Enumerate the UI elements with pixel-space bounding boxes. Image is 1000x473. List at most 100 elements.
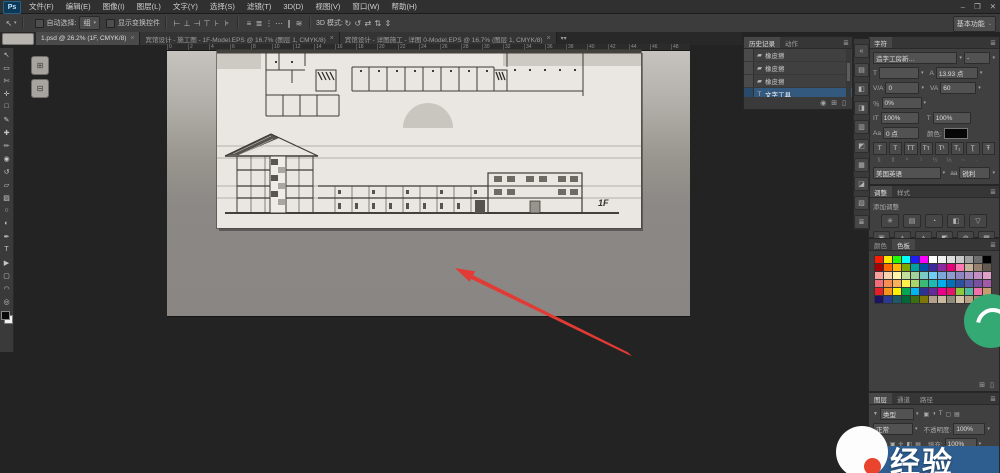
tool-button[interactable]: T <box>0 243 13 256</box>
auto-select-checkbox[interactable] <box>35 19 44 28</box>
mode3d-button-icon[interactable]: ↺ <box>353 19 363 28</box>
color-swatch[interactable] <box>893 264 902 272</box>
tool-button[interactable]: □ <box>0 100 13 113</box>
dock-panel-icon[interactable]: ▦ <box>854 158 869 172</box>
color-swatch[interactable] <box>920 296 929 304</box>
dock-panel-icon[interactable]: ▤ <box>854 63 869 77</box>
tool-button[interactable]: ▶ <box>0 256 13 269</box>
opentype-button-icon[interactable]: ½ <box>929 158 941 164</box>
color-swatch[interactable] <box>947 272 956 280</box>
panel-menu-icon[interactable]: ≣ <box>987 239 999 250</box>
mode3d-button-icon[interactable]: ⇄ <box>363 19 373 28</box>
font-style-select[interactable]: - <box>964 52 991 64</box>
dock-panel-icon[interactable]: « <box>854 44 869 58</box>
history-row[interactable]: ▰ 橡皮擦 <box>744 49 852 62</box>
history-row[interactable]: ▰ 橡皮擦 <box>744 62 852 75</box>
align-button-icon[interactable]: ⊣ <box>192 19 202 28</box>
proportional-spacing-input[interactable]: 0% <box>882 97 922 109</box>
history-source-gutter[interactable] <box>744 49 754 61</box>
foreground-color-swatch[interactable] <box>1 311 10 320</box>
antialias-select[interactable]: 锐利 <box>959 167 990 179</box>
auto-select-dropdown[interactable]: 组▾ <box>79 16 100 30</box>
dock-panel-icon[interactable]: ◨ <box>854 101 869 115</box>
type-style-button[interactable]: T <box>889 142 903 155</box>
text-color-swatch[interactable] <box>944 128 968 139</box>
vertical-scale-input[interactable]: 100% <box>881 112 919 124</box>
color-swatch[interactable] <box>902 296 911 304</box>
menu-item[interactable]: 图层(L) <box>131 0 167 13</box>
align-button-icon[interactable]: ⊢ <box>172 19 182 28</box>
align-button-icon[interactable]: ⊦ <box>212 19 222 28</box>
color-swatch[interactable] <box>956 264 965 272</box>
align-button-icon[interactable]: ⊧ <box>222 19 232 28</box>
tab-styles[interactable]: 样式 <box>892 186 915 197</box>
tool-button[interactable]: ✚ <box>0 126 13 139</box>
color-swatch[interactable] <box>938 288 947 296</box>
menu-item[interactable]: 文件(F) <box>23 0 60 13</box>
color-swatch[interactable] <box>983 256 992 264</box>
mode3d-button-icon[interactable]: ⇅ <box>373 19 383 28</box>
color-swatch[interactable] <box>875 280 884 288</box>
color-swatch[interactable] <box>902 264 911 272</box>
color-swatch[interactable] <box>920 256 929 264</box>
color-swatch[interactable] <box>929 280 938 288</box>
tool-button[interactable]: ◉ <box>0 152 13 165</box>
dock-panel-icon[interactable]: ▧ <box>854 196 869 210</box>
menu-item[interactable]: 帮助(H) <box>386 0 423 13</box>
panel-menu-icon[interactable]: ≣ <box>987 393 999 404</box>
align-button-icon[interactable]: ⊥ <box>182 19 192 28</box>
align-button-icon[interactable]: ⊤ <box>202 19 212 28</box>
dock-panel-icon[interactable]: ◪ <box>854 177 869 191</box>
color-swatch[interactable] <box>947 264 956 272</box>
color-swatch[interactable] <box>956 256 965 264</box>
color-swatch[interactable] <box>911 264 920 272</box>
tab-history[interactable]: 历史记录 <box>744 37 780 48</box>
color-swatch[interactable] <box>893 272 902 280</box>
tool-button[interactable]: ◐ <box>0 217 13 230</box>
color-swatch[interactable] <box>956 272 965 280</box>
color-swatch[interactable] <box>920 272 929 280</box>
color-swatch[interactable] <box>884 296 893 304</box>
workspace-switcher[interactable]: 基本功能⌄ <box>953 16 996 32</box>
color-swatch[interactable] <box>929 264 938 272</box>
adjustment-button-icon[interactable]: ◧ <box>947 214 965 228</box>
tracking-input[interactable]: 60 <box>940 82 976 94</box>
color-swatch[interactable] <box>875 256 884 264</box>
opentype-button-icon[interactable]: ª <box>901 158 913 164</box>
layer-filter-button-icon[interactable]: ◑ <box>932 411 936 418</box>
color-swatch[interactable] <box>911 272 920 280</box>
tool-button[interactable]: ↺ <box>0 165 13 178</box>
tab-swatches[interactable]: 色板 <box>892 239 915 250</box>
color-swatch[interactable] <box>920 264 929 272</box>
opacity-input[interactable]: 100% <box>953 423 985 435</box>
color-swatch[interactable] <box>920 288 929 296</box>
tab-adjustments[interactable]: 调整 <box>869 186 892 197</box>
tab-close-icon[interactable]: × <box>330 35 334 42</box>
tool-button[interactable]: ▨ <box>0 191 13 204</box>
color-swatch[interactable] <box>911 296 920 304</box>
color-swatch[interactable] <box>938 280 947 288</box>
color-swatch[interactable] <box>920 280 929 288</box>
floating-tool-button[interactable]: ⊞ <box>31 56 49 75</box>
panel-menu-icon[interactable]: ≣ <box>987 186 999 197</box>
type-style-button[interactable]: T¹ <box>935 142 949 155</box>
color-swatch[interactable] <box>974 264 983 272</box>
horizontal-scale-input[interactable]: 100% <box>933 112 971 124</box>
menu-item[interactable]: 图像(I) <box>97 0 131 13</box>
color-swatch[interactable] <box>938 296 947 304</box>
color-swatch[interactable] <box>911 288 920 296</box>
distribute-button-icon[interactable]: ≣ <box>254 19 264 28</box>
document[interactable]: 1F <box>217 50 641 228</box>
tool-preset-caret-icon[interactable]: ▾ <box>14 20 17 26</box>
history-footer-button-icon[interactable]: ▯ <box>842 99 846 107</box>
color-swatch-control[interactable] <box>0 310 13 324</box>
color-swatch[interactable] <box>947 256 956 264</box>
panel-menu-icon[interactable]: ≣ <box>987 37 999 48</box>
color-swatch[interactable] <box>902 280 911 288</box>
type-style-button[interactable]: Ŧ <box>982 142 996 155</box>
layer-filter-button-icon[interactable]: T <box>939 411 943 418</box>
layer-filter-button-icon[interactable]: ▢ <box>945 411 951 418</box>
color-swatch[interactable] <box>884 288 893 296</box>
color-swatch[interactable] <box>947 288 956 296</box>
tool-button[interactable]: ✒ <box>0 230 13 243</box>
